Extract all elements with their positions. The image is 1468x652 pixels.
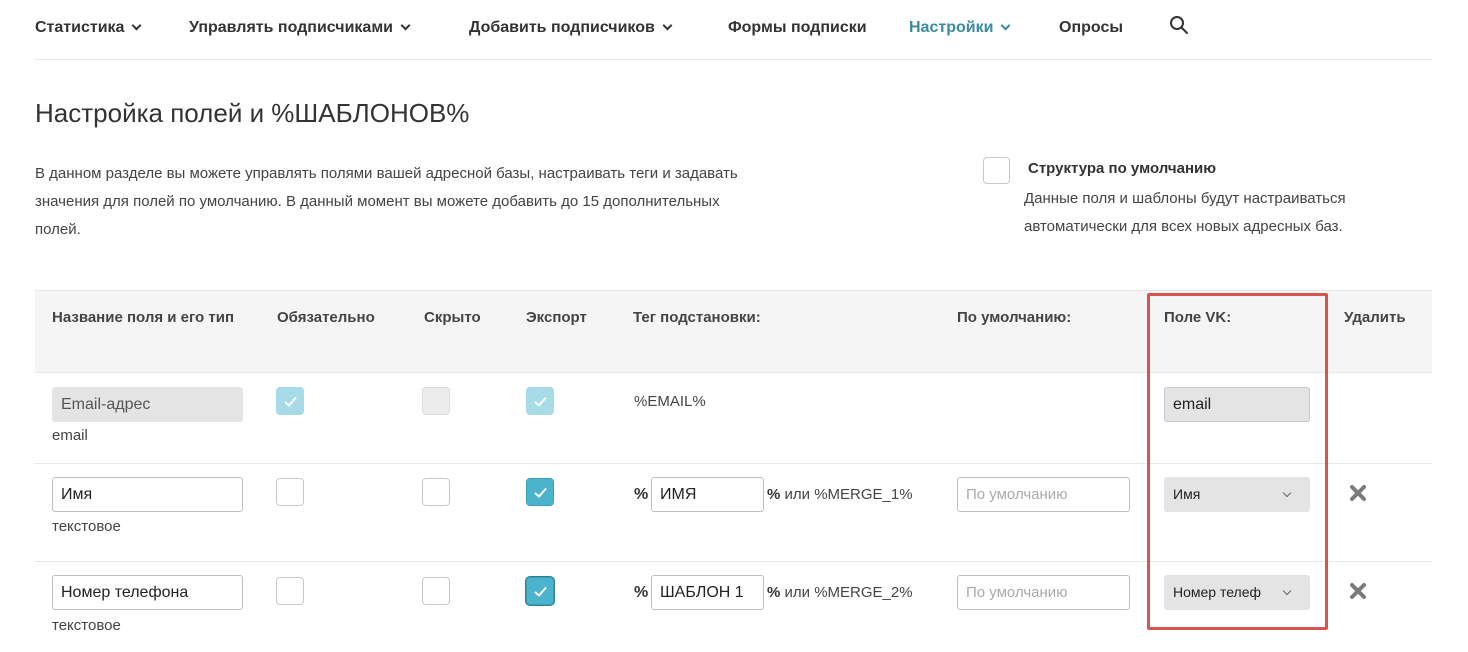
default-structure-description: Данные поля и шаблоны будут настраиватьс… xyxy=(1024,190,1346,235)
tag-merge-label: или %MERGE_2% xyxy=(780,584,913,601)
search-icon[interactable] xyxy=(1169,15,1189,35)
header-default: По умолчанию: xyxy=(957,309,1072,326)
chevron-down-icon xyxy=(1282,488,1292,498)
top-nav: Статистика Управлять подписчиками Добави… xyxy=(35,0,1432,60)
nav-label: Добавить подписчиков xyxy=(469,19,655,36)
header-export: Экспорт xyxy=(526,309,587,326)
checkmark-icon xyxy=(534,586,547,597)
checkmark-icon xyxy=(284,396,297,407)
vk-field-selected: Имя xyxy=(1173,486,1201,502)
field-type-label: текстовое xyxy=(52,617,121,634)
tag-suffix-percent: % xyxy=(767,584,781,601)
table-header: Название поля и его тип Обязательно Скры… xyxy=(35,290,1432,373)
nav-item-settings[interactable]: Настройки xyxy=(909,19,1011,37)
header-field-name: Название поля и его тип xyxy=(52,309,235,326)
header-hidden: Скрыто xyxy=(424,309,481,326)
tag-input[interactable]: ШАБЛОН 1 xyxy=(651,575,764,610)
field-name-input: Email-адрес xyxy=(52,387,243,422)
hidden-checkbox xyxy=(422,387,450,415)
page-title: Настройка полей и %ШАБЛОНОВ% xyxy=(35,98,470,128)
delete-icon[interactable] xyxy=(1349,484,1367,502)
nav-item-statistics[interactable]: Статистика xyxy=(35,19,142,37)
required-checkbox[interactable] xyxy=(276,577,304,605)
field-name-input[interactable]: Номер телефона xyxy=(52,575,243,610)
export-checkbox[interactable] xyxy=(526,478,554,506)
hidden-checkbox[interactable] xyxy=(422,577,450,605)
tag-suffix-percent: % xyxy=(767,486,781,503)
export-checkbox xyxy=(526,387,554,415)
delete-icon[interactable] xyxy=(1349,582,1367,600)
nav-label: Управлять подписчиками xyxy=(189,19,393,36)
tag-input[interactable]: ИМЯ xyxy=(651,477,764,512)
vk-field-selected: Номер телеф xyxy=(1173,584,1262,600)
default-value-input[interactable]: По умолчанию xyxy=(957,477,1130,512)
required-checkbox[interactable] xyxy=(276,478,304,506)
vk-field-select[interactable]: Имя xyxy=(1164,477,1310,512)
tag-suffix: % или %MERGE_1% xyxy=(767,486,913,503)
header-tag: Тег подстановки: xyxy=(633,309,761,326)
tag-suffix: % или %MERGE_2% xyxy=(767,584,913,601)
export-checkbox[interactable] xyxy=(526,577,554,605)
nav-label: Статистика xyxy=(35,19,125,36)
chevron-down-icon xyxy=(1282,586,1292,596)
default-value-input[interactable]: По умолчанию xyxy=(957,575,1130,610)
hidden-checkbox[interactable] xyxy=(422,478,450,506)
row-divider xyxy=(35,561,1432,562)
tag-prefix: % xyxy=(634,584,649,601)
vk-field-select[interactable]: Номер телеф xyxy=(1164,575,1310,610)
chevron-down-icon xyxy=(662,20,673,31)
chevron-down-icon xyxy=(1000,20,1011,31)
required-checkbox xyxy=(276,387,304,415)
nav-item-manage-subscribers[interactable]: Управлять подписчиками xyxy=(189,19,411,37)
checkmark-icon xyxy=(534,487,547,498)
field-type-label: email xyxy=(52,427,88,444)
chevron-down-icon xyxy=(400,20,411,31)
field-name-input[interactable]: Имя xyxy=(52,477,243,512)
nav-item-surveys[interactable]: Опросы xyxy=(1059,19,1123,37)
header-required: Обязательно xyxy=(277,309,375,326)
tag-merge-label: или %MERGE_1% xyxy=(780,486,913,503)
nav-label: Формы подписки xyxy=(728,19,867,36)
field-type-label: текстовое xyxy=(52,518,121,535)
checkmark-icon xyxy=(534,396,547,407)
nav-item-subscribe-forms[interactable]: Формы подписки xyxy=(728,19,867,37)
tag-prefix: % xyxy=(634,486,649,503)
header-vk-field: Поле VK: xyxy=(1164,309,1232,326)
default-structure-title: Структура по умолчанию xyxy=(1028,160,1217,177)
nav-label: Настройки xyxy=(909,19,994,36)
row-divider xyxy=(35,463,1432,464)
nav-label: Опросы xyxy=(1059,19,1124,36)
tag-static: %EMAIL% xyxy=(634,393,706,410)
vk-field-value: email xyxy=(1164,387,1310,422)
header-delete: Удалить xyxy=(1344,309,1406,326)
nav-item-add-subscribers[interactable]: Добавить подписчиков xyxy=(469,19,673,37)
intro-text: В данном разделе вы можете управлять пол… xyxy=(35,165,738,238)
default-structure-checkbox[interactable] xyxy=(983,157,1010,184)
chevron-down-icon xyxy=(131,20,142,31)
